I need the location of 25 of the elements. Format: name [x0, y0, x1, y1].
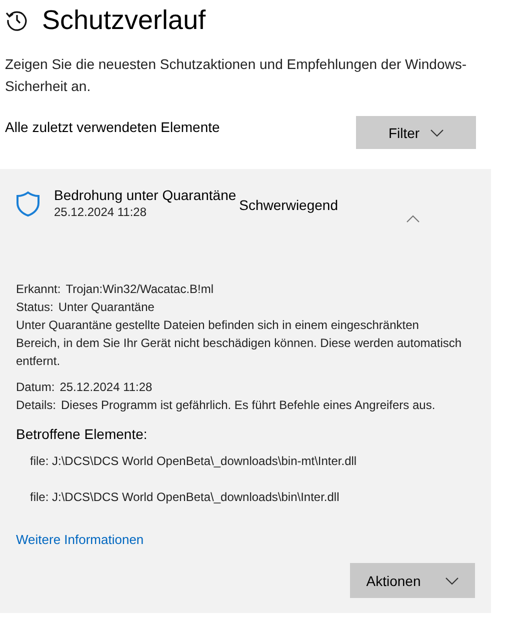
filter-button[interactable]: Filter: [356, 116, 476, 149]
status-note: Unter Quarantäne gestellte Dateien befinden sich in einem eingeschränkten Bereich, in dem Sie Ihr Gerät nicht beschädigen können. Diese werden automatisch entfernt.: [16, 317, 463, 370]
threat-title: Bedrohung unter Quarantäne: [54, 187, 238, 203]
chevron-icon: [444, 576, 459, 584]
filter-label: Alle zuletzt verwendeten Elemente: [5, 119, 220, 135]
detail-label: Erkannt:: [16, 281, 61, 298]
more-info-link[interactable]: Weitere Informationen: [16, 532, 144, 547]
shield-icon: [16, 191, 40, 217]
chevron-icon: [406, 214, 420, 222]
detail-label: Datum:: [16, 379, 55, 396]
detail-value: Dieses Programm ist gefährlich. Es führt Befehle eines Angreifers aus.: [61, 397, 436, 414]
page-description: Zeigen Sie die neuesten Schutzaktionen und Empfehlungen der Windows-Sicherheit an.: [5, 55, 468, 96]
page-title: Schutzverlauf: [42, 4, 206, 36]
severity-label: Schwerwiegend: [239, 197, 338, 213]
file-path: file: J:\DCS\DCS World OpenBeta\_downloads\bin-mt\Inter.dll: [30, 454, 358, 468]
affected-heading: Betroffene Elemente:: [16, 426, 148, 442]
file-path: file: J:\DCS\DCS World OpenBeta\_downloads\bin\Inter.dll: [30, 490, 340, 504]
chevron-icon: [430, 128, 444, 136]
detail-label: Status:: [16, 299, 54, 316]
threat-date: 25.12.2024 11:28: [54, 205, 148, 219]
actions-button[interactable]: Aktionen: [350, 563, 475, 598]
detail-value: Trojan:Win32/Wacatac.B!ml: [66, 281, 214, 298]
detail-value: Unter Quarantäne: [58, 299, 154, 316]
detail-value: 25.12.2024 11:28: [60, 379, 152, 396]
detail-label: Details:: [16, 397, 56, 414]
